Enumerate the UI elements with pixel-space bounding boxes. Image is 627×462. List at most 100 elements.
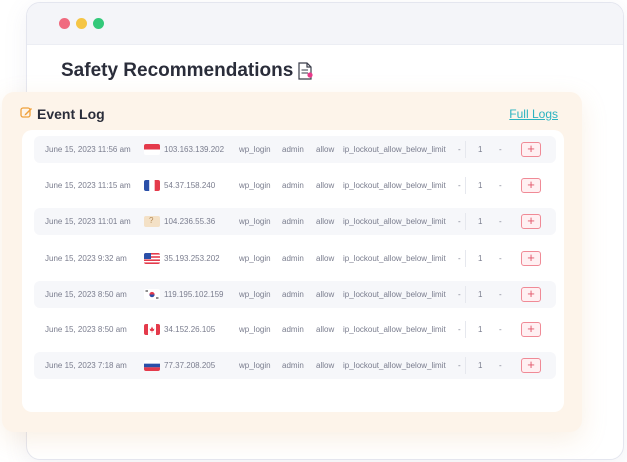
row-user: wp_login [239,181,271,190]
row-ip: 119.195.102.159 [164,290,224,299]
column-divider [465,286,466,303]
row-count: 1 [478,325,483,334]
row-date: June 15, 2023 8:50 am [45,325,127,334]
row-reason: ip_lockout_allow_below_limit [343,254,446,263]
table-row: June 15, 2023 11:01 am? 104.236.55.36 wp_l… [34,208,556,235]
row-dash-1: - [458,181,461,190]
full-logs-link[interactable]: Full Logs [509,107,558,121]
row-count: 1 [478,361,483,370]
row-ip: 104.236.55.36 [164,217,216,226]
column-divider [465,141,466,158]
row-date: June 15, 2023 11:01 am [45,217,131,226]
row-date: June 15, 2023 9:32 am [45,254,127,263]
row-count: 1 [478,217,483,226]
row-ip: 103.163.139.202 [164,145,225,154]
row-dash-1: - [458,145,461,154]
row-action: allow [316,325,335,334]
row-role: admin [282,254,304,263]
row-count: 1 [478,181,483,190]
table-row: June 15, 2023 8:50 am 34.152.26.105 wp_log… [34,316,556,343]
usa-flag [144,253,160,264]
add-button[interactable]: + [521,142,541,157]
table-row: June 15, 2023 7:18 am 77.37.208.205 wp_log… [34,352,556,379]
row-reason: ip_lockout_allow_below_limit [343,217,446,226]
column-divider [465,357,466,374]
row-date: June 15, 2023 7:18 am [45,361,127,370]
close-window-dot[interactable] [59,18,70,29]
row-dash-1: - [458,325,461,334]
row-date: June 15, 2023 11:56 am [45,145,131,154]
row-role: admin [282,145,304,154]
row-role: admin [282,325,304,334]
row-dash-1: - [458,361,461,370]
canada-flag [144,324,160,335]
south-korea-flag [144,289,160,300]
row-role: admin [282,181,304,190]
row-date: June 15, 2023 8:50 am [45,290,127,299]
row-count: 1 [478,145,483,154]
row-action: allow [316,181,335,190]
row-reason: ip_lockout_allow_below_limit [343,325,446,334]
page-title: Safety Recommendations [61,60,313,82]
event-log-title: Event Log [37,106,105,122]
add-button[interactable]: + [521,322,541,337]
event-log-card: Event Log Full Logs June 15, 2023 11:56 … [2,92,582,432]
france-flag [144,180,160,191]
row-date: June 15, 2023 11:15 am [45,181,131,190]
row-role: admin [282,290,304,299]
flag-unknown-text: ? [149,216,154,225]
row-user: wp_login [239,254,271,263]
row-dash-1: - [458,290,461,299]
row-user: wp_login [239,361,271,370]
row-count: 1 [478,254,483,263]
row-role: admin [282,361,304,370]
row-reason: ip_lockout_allow_below_limit [343,181,446,190]
row-count: 1 [478,290,483,299]
column-divider [465,250,466,267]
add-button[interactable]: + [521,251,541,266]
row-user: wp_login [239,145,271,154]
indonesia-flag [144,144,160,155]
row-action: allow [316,217,335,226]
row-dash-2: - [499,361,502,370]
row-dash-2: - [499,325,502,334]
row-dash-1: - [458,217,461,226]
event-log-table: June 15, 2023 11:56 am 103.163.139.202 wp_… [22,130,564,412]
table-row: June 15, 2023 9:32 am 35.193.253.202 wp_lo… [34,245,556,272]
row-reason: ip_lockout_allow_below_limit [343,361,446,370]
column-divider [465,213,466,230]
minimize-window-dot[interactable] [76,18,87,29]
table-row: June 15, 2023 11:15 am 54.37.158.240 wp_lo… [34,172,556,199]
unknown-flag: ? [144,216,160,227]
add-button[interactable]: + [521,214,541,229]
page-title-text: Safety Recommendations [61,60,294,81]
add-button[interactable]: + [521,287,541,302]
row-action: allow [316,290,335,299]
row-reason: ip_lockout_allow_below_limit [343,145,446,154]
edit-icon [20,106,33,122]
row-ip: 34.152.26.105 [164,325,216,334]
document-icon [297,62,313,80]
row-dash-2: - [499,290,502,299]
russia-flag [144,360,160,371]
row-action: allow [316,145,335,154]
row-ip: 54.37.158.240 [164,181,216,190]
row-dash-2: - [499,181,502,190]
row-action: allow [316,254,335,263]
maximize-window-dot[interactable] [93,18,104,29]
row-ip: 35.193.253.202 [164,254,220,263]
row-user: wp_login [239,290,271,299]
event-log-header: Event Log [20,106,105,122]
row-dash-2: - [499,145,502,154]
row-user: wp_login [239,217,271,226]
add-button[interactable]: + [521,358,541,373]
column-divider [465,177,466,194]
row-role: admin [282,217,304,226]
row-reason: ip_lockout_allow_below_limit [343,290,446,299]
row-user: wp_login [239,325,271,334]
row-dash-2: - [499,217,502,226]
row-dash-1: - [458,254,461,263]
add-button[interactable]: + [521,178,541,193]
row-ip: 77.37.208.205 [164,361,216,370]
window-titlebar [27,3,623,45]
